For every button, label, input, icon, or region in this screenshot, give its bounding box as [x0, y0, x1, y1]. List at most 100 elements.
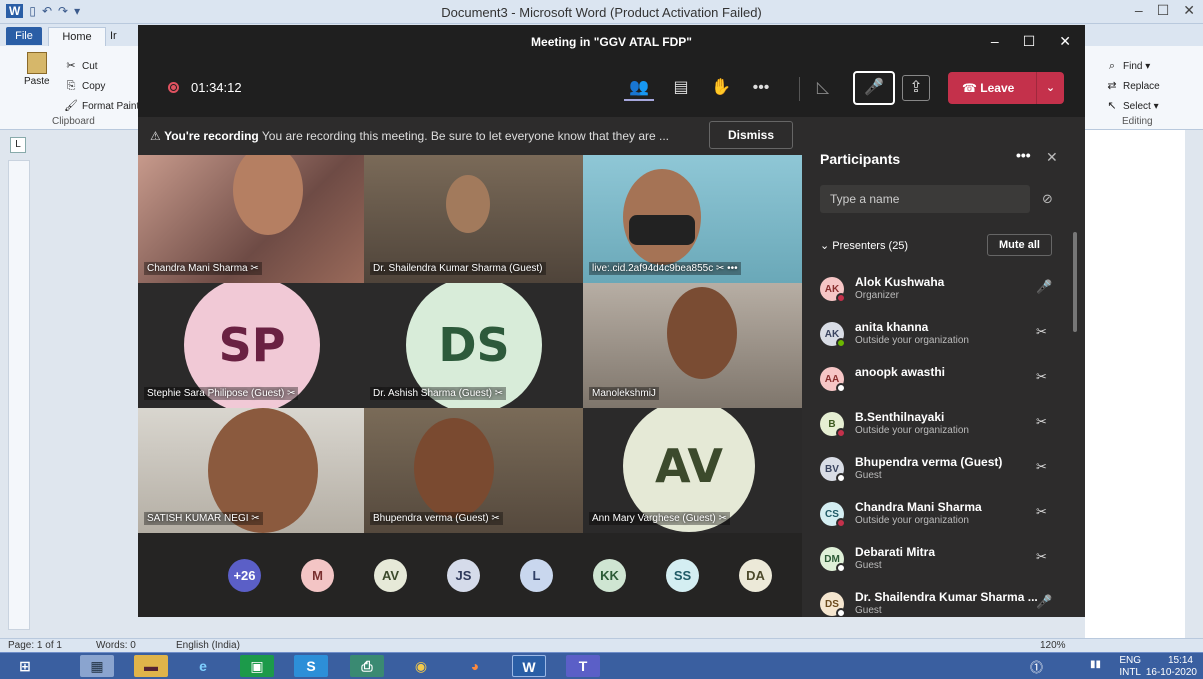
start-icon[interactable]: ⊞	[8, 655, 42, 677]
network-icon[interactable]: ▮▮	[1090, 659, 1101, 670]
mic-off-icon: ✂	[715, 263, 725, 274]
raise-hand-icon[interactable]: ✋	[706, 75, 736, 101]
video-tile[interactable]: Chandra Mani Sharma ✂	[138, 155, 364, 283]
folder-icon[interactable]: ▬	[134, 655, 168, 677]
microphone-icon[interactable]: 🎤	[1036, 594, 1052, 610]
zoom-level[interactable]: 120%	[1040, 640, 1066, 651]
help-icon[interactable]: ⓵	[1030, 657, 1043, 676]
avatar-initials: AA	[824, 373, 840, 385]
select-button[interactable]: ↖ Select ▾	[1105, 100, 1159, 112]
tab-home[interactable]: Home	[48, 27, 106, 46]
participant-row[interactable]: AA anoopk awasthi ✂	[802, 359, 1072, 404]
share-screen-icon[interactable]: ⇪	[902, 75, 930, 101]
video-tile[interactable]: live:.cid.2af94d4c9bea855c ✂ •••	[583, 155, 802, 283]
overflow-avatar[interactable]: AV	[374, 559, 407, 592]
mic-off-icon[interactable]: ✂	[1036, 549, 1047, 565]
microphone-icon[interactable]: 🎤	[1036, 279, 1052, 295]
clock-date[interactable]: 16-10-2020	[1146, 667, 1197, 678]
minimize-button[interactable]: –	[1135, 2, 1143, 19]
word-count[interactable]: Words: 0	[96, 640, 136, 651]
video-tile[interactable]: AV Ann Mary Varghese (Guest) ✂	[583, 408, 802, 533]
overflow-avatar[interactable]: L	[520, 559, 553, 592]
participant-row[interactable]: AK Alok Kushwaha Organizer 🎤	[802, 269, 1072, 314]
minimize-button[interactable]: –	[991, 33, 999, 50]
page-count[interactable]: Page: 1 of 1	[8, 640, 62, 651]
people-icon[interactable]: 👥	[624, 75, 654, 101]
close-button[interactable]: ✕	[1059, 33, 1071, 50]
mic-off-icon[interactable]: ✂	[1036, 369, 1047, 385]
store-icon[interactable]: ▣	[240, 655, 274, 677]
participant-row[interactable]: BV Bhupendra verma (Guest) Guest ✂	[802, 449, 1072, 494]
overflow-avatar[interactable]: +26	[228, 559, 261, 592]
video-tile[interactable]: ManolekshmiJ	[583, 283, 802, 408]
cut-button[interactable]: ✂ Cut	[64, 60, 97, 72]
mute-all-button[interactable]: Mute all	[987, 234, 1052, 256]
overflow-avatar[interactable]: JS	[447, 559, 480, 592]
video-tile[interactable]: Bhupendra verma (Guest) ✂	[364, 408, 583, 533]
format-painter-button[interactable]: 🖌 Format Painte	[64, 100, 145, 112]
tab-selector[interactable]: L	[10, 137, 26, 153]
participant-row[interactable]: CS Chandra Mani Sharma Outside your organi…	[802, 494, 1072, 539]
select-label: Select ▾	[1123, 100, 1159, 112]
language[interactable]: English (India)	[176, 640, 240, 651]
chrome-icon[interactable]: ◉	[404, 655, 438, 677]
tab-file[interactable]: File	[6, 27, 42, 45]
search-input[interactable]: Type a name	[820, 185, 1030, 213]
leave-button[interactable]: ☎ Leave ⌄	[948, 72, 1064, 104]
mic-off-icon[interactable]: ✂	[1036, 324, 1047, 340]
teams-icon[interactable]: T	[566, 655, 600, 677]
video-tile[interactable]: DS Dr. Ashish Sharma (Guest) ✂	[364, 283, 583, 408]
scrollbar[interactable]	[1073, 232, 1077, 332]
clipboard-group-label: Clipboard	[52, 116, 95, 127]
clock-time[interactable]: 15:14	[1168, 655, 1193, 666]
mic-off-icon[interactable]: ✂	[1036, 504, 1047, 520]
overflow-avatar[interactable]: KK	[593, 559, 626, 592]
pdf-icon[interactable]: ⎙	[350, 655, 384, 677]
meeting-controls-bar: 01:34:12 👥 ▤ ✋ ••• ◺ 🎤 ⇪ ☎ Leave ⌄	[138, 57, 1085, 117]
mic-off-icon[interactable]: ✂	[1036, 414, 1047, 430]
app-icon[interactable]: ▦	[80, 655, 114, 677]
overflow-avatar[interactable]: SS	[666, 559, 699, 592]
video-tile[interactable]: SP Stephie Sara Philipose (Guest) ✂	[138, 283, 364, 408]
more-icon[interactable]: •••	[727, 263, 738, 274]
more-icon[interactable]: •••	[1016, 147, 1031, 163]
chat-icon[interactable]: ▤	[666, 75, 696, 101]
participant-row[interactable]: DS Dr. Shailendra Kumar Sharma ... Guest 🎤	[802, 584, 1072, 617]
link-icon[interactable]: ⊘	[1042, 191, 1053, 207]
mic-button[interactable]: 🎤	[853, 71, 895, 105]
participant-name: Alok Kushwaha	[855, 275, 945, 289]
close-button[interactable]: ✕	[1183, 2, 1195, 19]
presence-indicator	[836, 563, 846, 573]
document-page[interactable]	[1085, 130, 1185, 640]
overflow-avatar[interactable]: DA	[739, 559, 772, 592]
input-language[interactable]: ENG	[1119, 655, 1141, 666]
copy-button[interactable]: ⎘ Copy	[64, 80, 106, 92]
replace-button[interactable]: ⇄ Replace	[1105, 80, 1159, 92]
mic-off-icon[interactable]: ✂	[1036, 459, 1047, 475]
more-actions-icon[interactable]: •••	[746, 75, 776, 101]
participant-row[interactable]: B B.Senthilnayaki Outside your organizatio…	[802, 404, 1072, 449]
paste-button[interactable]: Paste	[24, 52, 50, 87]
close-icon[interactable]: ✕	[1046, 149, 1058, 166]
maximize-button[interactable]: ☐	[1023, 33, 1036, 50]
input-region[interactable]: INTL	[1119, 667, 1141, 678]
firefox-icon[interactable]: ◕	[458, 655, 492, 677]
maximize-button[interactable]: ☐	[1157, 2, 1170, 19]
ie-icon[interactable]: e	[186, 655, 220, 677]
participant-row[interactable]: DM Debarati Mitra Guest ✂	[802, 539, 1072, 584]
overflow-avatar[interactable]: M	[301, 559, 334, 592]
copy-icon: ⎘	[66, 80, 76, 92]
word-icon[interactable]: W	[512, 655, 546, 677]
participant-row[interactable]: AK anita khanna Outside your organization ✂	[802, 314, 1072, 359]
participant-role: Guest	[855, 560, 882, 571]
chevron-down-icon[interactable]: ⌄	[1036, 72, 1064, 104]
video-tile[interactable]: Dr. Shailendra Kumar Sharma (Guest)	[364, 155, 583, 283]
tab-insert[interactable]: Ir	[110, 30, 117, 42]
participant-name: Chandra Mani Sharma	[855, 500, 982, 514]
find-button[interactable]: ⌕ Find ▾	[1105, 60, 1150, 72]
camera-off-icon[interactable]: ◺	[808, 75, 838, 101]
presenters-header[interactable]: ⌄ Presenters (25)	[820, 239, 908, 252]
video-tile[interactable]: SATISH KUMAR NEGI ✂	[138, 408, 364, 533]
skype-icon[interactable]: S	[294, 655, 328, 677]
dismiss-button[interactable]: Dismiss	[709, 121, 793, 149]
